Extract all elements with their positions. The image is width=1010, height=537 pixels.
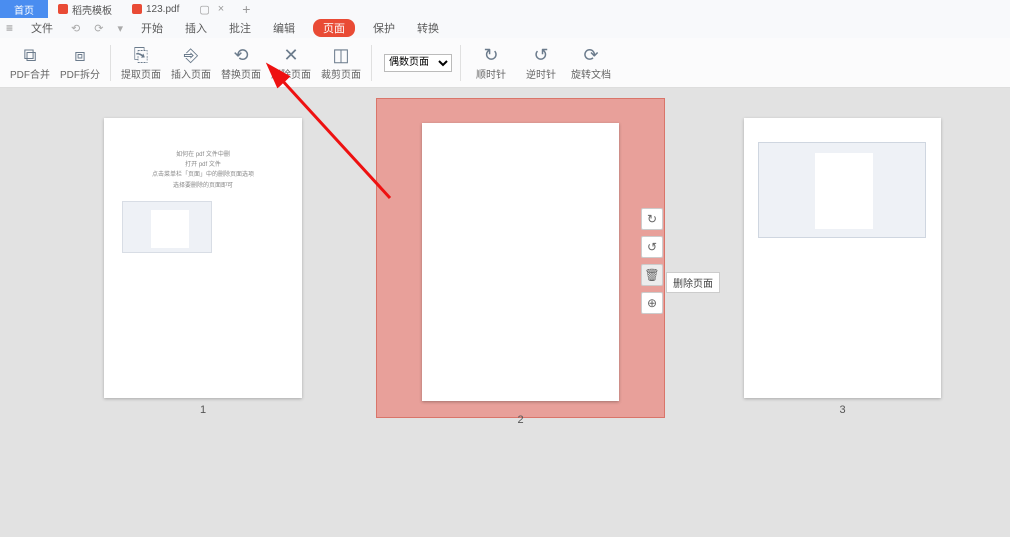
toolbar-separator [460,45,461,81]
menu-hamburger-icon[interactable]: ≡ [6,21,13,35]
page-thumb-1[interactable]: 如何在 pdf 文件中删 打开 pdf 文件 点击菜单栏「页面」中的删除页面选项… [104,118,302,416]
insert-page-button[interactable]: ⎆插入页面 [169,41,213,85]
page-2-number: 2 [376,414,665,426]
insert-label: 插入页面 [171,66,211,81]
rotate-doc-button[interactable]: ⟳旋转文档 [569,41,613,85]
page3-embedded-image [758,142,926,238]
page1-line: 点击菜单栏「页面」中的删除页面选项 [122,170,284,180]
menu-start[interactable]: 开始 [137,19,167,37]
title-bar: 首页 稻壳模板 123.pdf ▢ × + [0,0,1010,18]
delete-page-button[interactable]: ✕删除页面 [269,41,313,85]
split-icon: ⧈ [74,44,85,66]
page-1-content: 如何在 pdf 文件中删 打开 pdf 文件 点击菜单栏「页面」中的删除页面选项… [104,118,302,285]
pdf-icon [132,4,142,14]
float-rotate-ccw-button[interactable]: ↺ [641,236,663,258]
extract-page-button[interactable]: ⎘提取页面 [119,41,163,85]
insert-icon: ⎆ [184,44,198,66]
tab-template[interactable]: 稻壳模板 [48,0,122,18]
rotate-doc-label: 旋转文档 [571,66,611,81]
page1-line: 打开 pdf 文件 [122,160,284,170]
page-2-preview [422,123,619,401]
menu-protect[interactable]: 保护 [369,19,399,37]
page-thumb-3[interactable]: 3 [744,118,941,416]
rotate-ccw-button[interactable]: ↺逆时针 [519,41,563,85]
crop-icon: ◫ [332,44,349,66]
menu-fwd-icon[interactable]: ⟳ [94,22,103,35]
merge-label: PDF合并 [10,66,50,81]
tab-window-controls: ▢ × [199,3,224,16]
page1-line: 选择要删除的页面即可 [122,181,284,191]
add-icon: ⊕ [647,296,657,310]
pdf-split-button[interactable]: ⧈PDF拆分 [58,41,102,85]
tab-file-label: 123.pdf [146,4,179,15]
menu-page[interactable]: 页面 [313,19,355,37]
extract-icon: ⎘ [134,44,148,66]
merge-icon: ⧉ [24,44,37,66]
page-1-preview: 如何在 pdf 文件中删 打开 pdf 文件 点击菜单栏「页面」中的删除页面选项… [104,118,302,398]
page1-line: 如何在 pdf 文件中删 [122,150,284,160]
plus-icon: + [242,1,250,17]
extract-label: 提取页面 [121,66,161,81]
replace-page-button[interactable]: ⟲替换页面 [219,41,263,85]
menu-edit[interactable]: 编辑 [269,19,299,37]
page-filter-select[interactable]: 偶数页面 [384,54,452,72]
delete-tooltip: 删除页面 [666,272,720,293]
crop-page-button[interactable]: ◫裁剪页面 [319,41,363,85]
float-delete-button[interactable]: 🗑 [641,264,663,286]
rotate-ccw-label: 逆时针 [526,66,556,81]
menu-annotate[interactable]: 批注 [225,19,255,37]
toolbar-separator [371,45,372,81]
page-floating-tools: ↻ ↺ 🗑 ⊕ [641,208,663,314]
menu-file[interactable]: 文件 [27,19,57,37]
delete-label: 删除页面 [271,66,311,81]
page-1-number: 1 [104,404,302,416]
rotate-cw-label: 顺时针 [476,66,506,81]
rotate-cw-icon: ↻ [483,44,498,66]
rotate-cw-icon: ↻ [647,212,657,226]
menu-convert[interactable]: 转换 [413,19,443,37]
page-3-content [744,118,941,262]
tab-home[interactable]: 首页 [0,0,48,18]
menu-bar: ≡ 文件 ⟲ ⟳ ▾ 开始 插入 批注 编辑 页面 保护 转换 [0,18,1010,38]
template-icon [58,4,68,14]
float-rotate-cw-button[interactable]: ↻ [641,208,663,230]
toolbar: ⧉PDF合并 ⧈PDF拆分 ⎘提取页面 ⎆插入页面 ⟲替换页面 ✕删除页面 ◫裁… [0,38,1010,88]
rotate-ccw-icon: ↺ [647,240,657,254]
page-3-number: 3 [744,404,941,416]
page1-embedded-image [122,201,212,253]
menu-back-icon[interactable]: ⟲ [71,22,80,35]
replace-icon: ⟲ [233,44,248,66]
toolbar-separator [110,45,111,81]
tab-home-label: 首页 [14,2,34,17]
rotate-cw-button[interactable]: ↻顺时针 [469,41,513,85]
new-tab-button[interactable]: + [242,1,250,17]
replace-label: 替换页面 [221,66,261,81]
split-label: PDF拆分 [60,66,100,81]
rotate-doc-icon: ⟳ [583,44,598,66]
page-canvas: 如何在 pdf 文件中删 打开 pdf 文件 点击菜单栏「页面」中的删除页面选项… [0,88,1010,537]
crop-label: 裁剪页面 [321,66,361,81]
tab-template-label: 稻壳模板 [72,2,112,17]
tab-detach-icon[interactable]: ▢ [199,3,209,16]
float-add-button[interactable]: ⊕ [641,292,663,314]
pdf-merge-button[interactable]: ⧉PDF合并 [8,41,52,85]
menu-dropdown-icon[interactable]: ▾ [117,22,123,35]
trash-icon: 🗑 [644,268,659,282]
menu-insert[interactable]: 插入 [181,19,211,37]
rotate-ccw-icon: ↺ [533,44,548,66]
tab-close-icon[interactable]: × [218,3,224,16]
delete-icon: ✕ [283,44,298,66]
page-3-preview [744,118,941,398]
tab-file[interactable]: 123.pdf [122,0,189,18]
